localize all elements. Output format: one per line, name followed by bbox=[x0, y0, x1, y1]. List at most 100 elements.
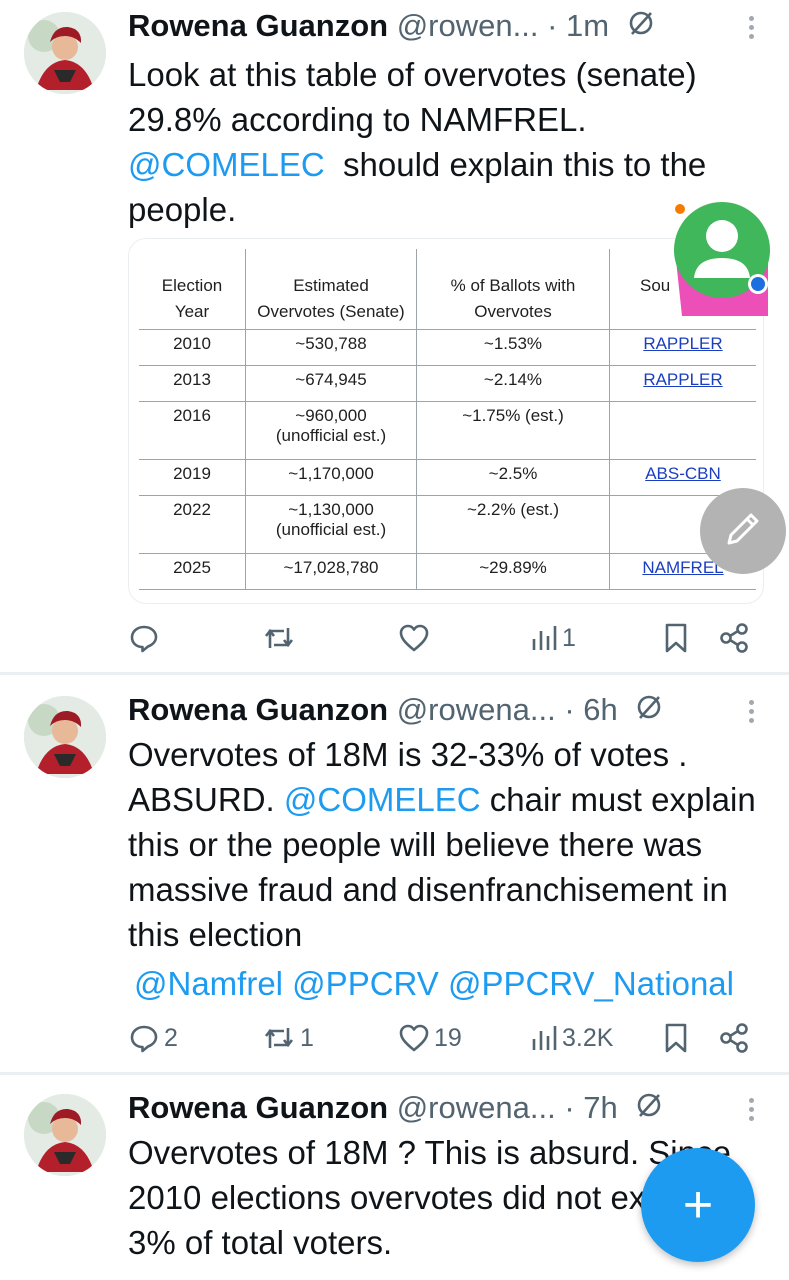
avatar[interactable] bbox=[24, 1094, 106, 1176]
cell-percent: ~29.89% bbox=[416, 553, 610, 590]
text-line: Look at this table of overvotes (senate) bbox=[128, 56, 697, 93]
like-count: 19 bbox=[434, 1023, 462, 1052]
text-line: @COMELEC should explain this to the bbox=[128, 142, 768, 187]
bookmark-button[interactable] bbox=[663, 618, 689, 658]
table-row: 2010 ~530,788 ~1.53% RAPPLER bbox=[139, 329, 756, 366]
bookmark-button[interactable] bbox=[663, 1018, 689, 1058]
cell-overvotes: ~530,788 bbox=[245, 329, 417, 366]
timestamp[interactable]: · 7h bbox=[564, 1090, 617, 1125]
repost-button[interactable] bbox=[262, 618, 300, 658]
cell-source-link: RAPPLER bbox=[609, 329, 756, 366]
reply-button[interactable] bbox=[128, 618, 164, 658]
bookmark-icon bbox=[663, 1022, 689, 1054]
cell-year: 2025 bbox=[139, 553, 246, 590]
mentions-line[interactable]: @Namfrel @PPCRV @PPCRV_National bbox=[128, 961, 768, 1006]
text-line: Overvotes of 18M is 32-33% of votes . bbox=[128, 736, 688, 773]
header-overvotes: Estimated Overvotes (Senate) bbox=[245, 249, 417, 330]
share-button[interactable] bbox=[718, 618, 750, 658]
views-count: 3.2K bbox=[562, 1023, 614, 1052]
author-name[interactable]: Rowena Guanzon bbox=[128, 692, 388, 727]
cell-percent: ~2.14% bbox=[416, 365, 610, 402]
cell-year: 2013 bbox=[139, 365, 246, 402]
cell-overvotes: ~674,945 bbox=[245, 365, 417, 402]
grok-icon[interactable] bbox=[626, 8, 656, 48]
text-span: ABSURD. bbox=[128, 781, 284, 818]
more-icon[interactable] bbox=[747, 12, 755, 42]
overvotes-table: Election Year Estimated Overvotes (Senate)… bbox=[139, 249, 756, 590]
edit-button[interactable] bbox=[700, 488, 786, 574]
attached-image[interactable]: Election Year Estimated Overvotes (Senate)… bbox=[128, 238, 764, 604]
share-button[interactable] bbox=[718, 1018, 750, 1058]
action-bar: 2 1 19 3.2K bbox=[128, 1018, 764, 1058]
heart-icon bbox=[398, 623, 430, 653]
author-handle[interactable]: @rowena... bbox=[397, 1090, 556, 1125]
repost-icon bbox=[262, 1022, 296, 1054]
header-percent: % of Ballots with Overvotes bbox=[416, 249, 610, 330]
reply-icon bbox=[128, 622, 160, 654]
views-button[interactable]: 1 bbox=[530, 618, 576, 658]
pencil-icon bbox=[721, 507, 765, 556]
repost-icon bbox=[262, 622, 296, 654]
grok-icon[interactable] bbox=[634, 1090, 664, 1130]
compose-button[interactable]: + bbox=[641, 1148, 755, 1262]
author-handle[interactable]: @rowen... bbox=[397, 8, 539, 43]
cell-overvotes: ~1,170,000 bbox=[245, 459, 417, 496]
text-line: ABSURD. @COMELEC chair must explain bbox=[128, 777, 768, 822]
cell-year: 2010 bbox=[139, 329, 246, 366]
avatar[interactable] bbox=[24, 696, 106, 778]
table-row: 2025 ~17,028,780 ~29.89% NAMFREL bbox=[139, 553, 756, 590]
grok-icon[interactable] bbox=[634, 692, 664, 732]
action-bar: 1 bbox=[128, 618, 764, 658]
cell-year: 2019 bbox=[139, 459, 246, 496]
tweet-text: Overvotes of 18M is 32-33% of votes . AB… bbox=[128, 732, 768, 1006]
reply-icon bbox=[128, 1022, 160, 1054]
author-name[interactable]: Rowena Guanzon bbox=[128, 8, 388, 43]
reply-count: 2 bbox=[164, 1023, 178, 1052]
cell-source-link bbox=[609, 401, 756, 460]
cell-source-link: RAPPLER bbox=[609, 365, 756, 402]
views-button[interactable]: 3.2K bbox=[530, 1018, 613, 1058]
tweet-2[interactable]: Rowena Guanzon @rowena... · 6h Overvotes… bbox=[0, 676, 789, 1072]
like-button[interactable] bbox=[398, 618, 434, 658]
account-switcher-avatar[interactable] bbox=[672, 200, 772, 318]
tweet-divider bbox=[0, 672, 789, 675]
tweet-header: Rowena Guanzon @rowena... · 7h bbox=[128, 1088, 749, 1128]
bookmark-icon bbox=[663, 622, 689, 654]
text-span: should explain this to the bbox=[324, 146, 707, 183]
mention-link[interactable]: @COMELEC bbox=[128, 146, 325, 183]
share-icon bbox=[718, 1022, 750, 1054]
more-icon[interactable] bbox=[747, 1094, 755, 1124]
text-line: this or the people will believe there wa… bbox=[128, 826, 703, 863]
cell-overvotes: ~1,130,000 (unofficial est.) bbox=[245, 495, 417, 554]
table-row: 2016 ~960,000 (unofficial est.) ~1.75% (e… bbox=[139, 401, 756, 460]
repost-button[interactable]: 1 bbox=[262, 1018, 314, 1058]
cell-year: 2016 bbox=[139, 401, 246, 460]
table-row: 2013 ~674,945 ~2.14% RAPPLER bbox=[139, 365, 756, 402]
text-line: massive fraud and disenfranchisement in bbox=[128, 871, 728, 908]
tweet-1[interactable]: Rowena Guanzon @rowen... · 1m Look at th… bbox=[0, 0, 789, 672]
author-name[interactable]: Rowena Guanzon bbox=[128, 1090, 388, 1125]
cell-percent: ~2.2% (est.) bbox=[416, 495, 610, 554]
timestamp[interactable]: · 1m bbox=[547, 8, 609, 43]
repost-count: 1 bbox=[300, 1023, 314, 1052]
views-icon bbox=[530, 1023, 558, 1053]
avatar[interactable] bbox=[24, 12, 106, 94]
views-count: 1 bbox=[562, 623, 576, 652]
like-button[interactable]: 19 bbox=[398, 1018, 462, 1058]
cell-overvotes: ~17,028,780 bbox=[245, 553, 417, 590]
views-icon bbox=[530, 623, 558, 653]
author-handle[interactable]: @rowena... bbox=[397, 692, 556, 727]
text-line: this election bbox=[128, 916, 303, 953]
tweet-divider bbox=[0, 1072, 789, 1075]
timestamp[interactable]: · 6h bbox=[564, 692, 617, 727]
cell-year: 2022 bbox=[139, 495, 246, 554]
more-icon[interactable] bbox=[747, 696, 755, 726]
text-line: 29.8% according to NAMFREL. bbox=[128, 101, 587, 138]
cell-percent: ~2.5% bbox=[416, 459, 610, 496]
table-row: 2019 ~1,170,000 ~2.5% ABS-CBN bbox=[139, 459, 756, 496]
reply-button[interactable]: 2 bbox=[128, 1018, 178, 1058]
plus-icon: + bbox=[682, 1176, 714, 1234]
table-header-row: Election Year Estimated Overvotes (Senate)… bbox=[139, 249, 756, 330]
mention-link[interactable]: @COMELEC bbox=[284, 781, 481, 818]
text-span: chair must explain bbox=[480, 781, 756, 818]
